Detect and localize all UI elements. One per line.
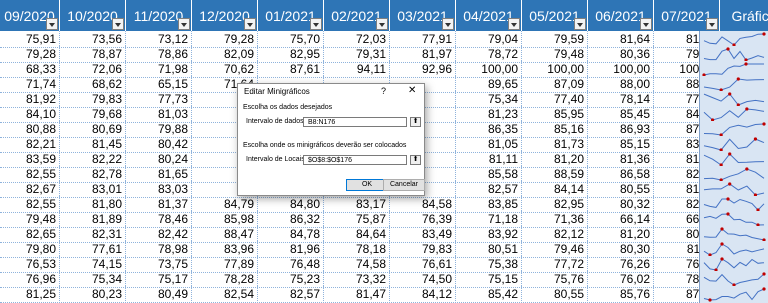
column-header: 07/2021 <box>654 0 720 31</box>
sparkline-high-marker <box>762 287 766 291</box>
column-header: 03/2021 <box>390 0 456 31</box>
sparkline-high-marker <box>726 197 730 201</box>
sparkline-chart <box>703 287 766 302</box>
sparkline <box>703 33 765 46</box>
table-cell[interactable]: 81,47 <box>324 286 390 303</box>
collapse-range-icon[interactable]: ⬆ <box>410 155 421 165</box>
edit-sparklines-dialog: Editar Minigráficos ? ✕ Escolha os dados… <box>237 83 425 196</box>
sparkline-high-marker <box>726 212 730 216</box>
table-cell[interactable]: 82,57 <box>258 286 324 303</box>
table-cell[interactable]: 80,23 <box>60 286 126 303</box>
data-section-label: Escolha os dados desejados <box>243 104 333 111</box>
sparkline <box>703 228 765 241</box>
sparkline <box>703 108 765 121</box>
filter-dropdown-icon[interactable] <box>112 18 124 30</box>
column-header-label: Gráfico <box>731 8 768 24</box>
sparkline <box>703 153 765 166</box>
sparkline-high-marker <box>753 137 758 141</box>
table-row: 81,25 80,23 80,49 82,54 82,57 81,47 84,12 85,42… <box>0 286 768 303</box>
filter-dropdown-icon[interactable] <box>706 18 718 30</box>
cancel-button[interactable]: Cancelar <box>383 179 425 191</box>
filter-dropdown-icon[interactable] <box>508 18 520 30</box>
column-header: 02/2021 <box>324 0 390 31</box>
close-icon[interactable]: ✕ <box>408 85 416 96</box>
column-header: 06/2021 <box>588 0 654 31</box>
sparkline-high-marker <box>728 92 732 96</box>
column-header: 10/2020 <box>60 0 126 31</box>
sparkline-high-marker <box>726 47 730 51</box>
column-header: 04/2021 <box>456 0 522 31</box>
sparkline <box>703 243 765 256</box>
sparkline-high-marker <box>745 167 749 171</box>
data-range-input[interactable]: B8:N176 <box>303 117 407 127</box>
column-header: Gráfico <box>720 0 768 31</box>
sparkline <box>703 183 765 196</box>
filter-dropdown-icon[interactable] <box>46 18 58 30</box>
filter-dropdown-icon[interactable] <box>310 18 322 30</box>
sparkline <box>703 138 765 151</box>
ok-button[interactable]: OK <box>346 179 388 191</box>
filter-dropdown-icon[interactable] <box>376 18 388 30</box>
filter-dropdown-icon[interactable] <box>640 18 652 30</box>
table-cell[interactable]: 80,55 <box>522 286 588 303</box>
filter-dropdown-icon[interactable] <box>442 18 454 30</box>
sparkline-high-marker <box>720 257 724 261</box>
sparkline <box>703 123 765 136</box>
sparkline <box>703 48 765 61</box>
filter-dropdown-icon[interactable] <box>244 18 256 30</box>
column-header: 05/2021 <box>522 0 588 31</box>
sparkline-cell[interactable] <box>699 286 768 303</box>
table-cell[interactable]: 82,54 <box>192 286 258 303</box>
sparkline-high-marker <box>762 122 766 126</box>
collapse-range-icon[interactable]: ⬆ <box>410 117 421 127</box>
location-range-label: Intervalo de Locais: <box>246 156 307 163</box>
sparkline <box>703 213 765 226</box>
sparkline <box>703 93 765 106</box>
sparkline-high-marker <box>728 182 732 186</box>
location-range-input[interactable]: $O$8:$O$176 <box>303 155 407 165</box>
data-range-label: Intervalo de dados: <box>246 118 306 125</box>
sparkline-high-marker <box>744 62 748 66</box>
dialog-title: Editar Minigráficos <box>244 87 310 96</box>
table-cell[interactable]: 84,12 <box>390 286 456 303</box>
sparkline <box>703 258 765 271</box>
sparkline-low-marker <box>708 298 712 302</box>
sparkline-high-marker <box>762 32 766 36</box>
sparkline <box>703 78 765 91</box>
sparkline-high-marker <box>736 77 740 81</box>
sparkline-high-marker <box>720 242 724 246</box>
column-header: 01/2021 <box>258 0 324 31</box>
help-button[interactable]: ? <box>381 86 386 96</box>
table-cell[interactable]: 81,25 <box>0 286 60 303</box>
table-cell[interactable]: 80,49 <box>126 286 192 303</box>
column-header: 09/2020 <box>0 0 60 31</box>
sparkline <box>703 198 765 211</box>
sparkline-high-marker <box>745 107 749 111</box>
sparkline <box>703 63 764 76</box>
location-section-label: Escolha onde os minigráficos deverão ser… <box>243 142 407 149</box>
sparkline-high-marker <box>720 227 724 231</box>
filter-dropdown-icon[interactable] <box>574 18 586 30</box>
sparkline <box>703 288 765 301</box>
filter-dropdown-icon[interactable] <box>178 18 190 30</box>
column-header: 12/2020 <box>192 0 258 31</box>
table-cell[interactable]: 85,42 <box>456 286 522 303</box>
table-cell[interactable]: 85,76 <box>588 286 654 303</box>
sparkline-high-marker <box>728 152 732 156</box>
sparkline-high-marker <box>762 272 766 276</box>
column-header: 11/2020 <box>126 0 192 31</box>
sparkline <box>703 273 765 286</box>
sparkline <box>703 168 765 181</box>
